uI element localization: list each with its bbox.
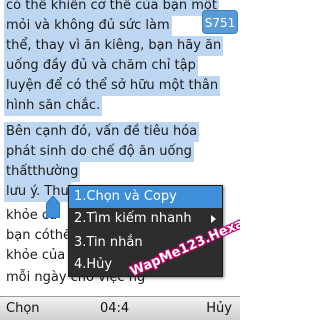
- reader-screen: có thể khiến cơ thể của bạn một mỏi và k…: [0, 0, 240, 320]
- left-softkey[interactable]: Chọn: [6, 297, 40, 320]
- menu-item-label: 1.Chọn và Copy: [74, 189, 177, 204]
- text-line[interactable]: mỏi và không đủ sức làm: [4, 16, 172, 36]
- menu-item-quick-search[interactable]: 2.Tìm kiếm nhanh: [69, 208, 222, 230]
- text-line[interactable]: có thể khiến cơ thể của bạn một: [4, 0, 219, 16]
- clock-text: 04:4: [100, 301, 130, 316]
- text-line[interactable]: hình săn chắc.: [4, 96, 103, 116]
- submenu-arrow-icon: [211, 215, 216, 223]
- selection-handle-icon[interactable]: [46, 196, 60, 218]
- menu-item-label: 2.Tìm kiếm nhanh: [74, 211, 192, 226]
- menu-item-label: 4.Hủy: [74, 257, 113, 272]
- text-line[interactable]: thể, thay vì ăn kiêng, bạn hãy ăn: [4, 36, 224, 56]
- menu-item-select-copy[interactable]: 1.Chọn và Copy: [69, 186, 222, 208]
- text-line[interactable]: thấtthường: [4, 162, 81, 182]
- text-line[interactable]: phát sinh do chế độ ăn uống: [4, 142, 194, 162]
- menu-item-label: 3.Tin nhắn: [74, 235, 143, 250]
- page-badge: S751: [202, 10, 238, 34]
- text-line[interactable]: uống đầy đủ và chăm chỉ tập: [4, 56, 198, 76]
- softkey-bar: Chọn 04:4 Hủy: [0, 296, 240, 320]
- right-softkey[interactable]: Hủy: [206, 297, 232, 320]
- text-line[interactable]: luyện để có thể sở hữu một thân: [4, 76, 221, 96]
- text-line[interactable]: Bên cạnh đó, vấn đề tiêu hóa: [4, 122, 200, 142]
- text-line[interactable]: lưu ý. Thu: [4, 182, 71, 202]
- text-line[interactable]: bạn cóthể: [4, 226, 73, 246]
